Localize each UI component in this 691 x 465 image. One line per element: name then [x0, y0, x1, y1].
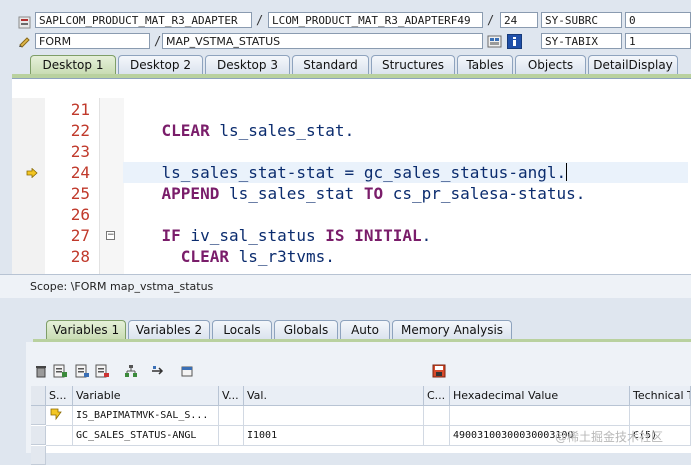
keyword-if: IF	[161, 226, 181, 245]
tab-standard[interactable]: Standard	[292, 55, 369, 74]
insert-row-icon[interactable]	[53, 364, 67, 378]
text-cursor	[566, 163, 568, 181]
program-icon	[18, 16, 31, 29]
tab-globals[interactable]: Globals	[274, 320, 338, 339]
tab-desktop-3[interactable]: Desktop 3	[205, 55, 290, 74]
separator: /	[487, 13, 495, 27]
tab-locals[interactable]: Locals	[212, 320, 272, 339]
watchpoint-icon[interactable]	[487, 34, 502, 49]
col-header-value[interactable]: Val.	[244, 386, 424, 406]
value-cell[interactable]	[244, 406, 424, 426]
sysvar1-value-field[interactable]: 0	[625, 12, 691, 28]
change-cell[interactable]	[424, 426, 450, 446]
code-line-27[interactable]: IF iv_sal_status IS INITIAL.	[123, 225, 688, 246]
line-number: 26	[70, 205, 90, 224]
value-cell[interactable]: I1001	[244, 426, 424, 446]
form-icon	[19, 37, 30, 48]
line-number: 22	[70, 121, 90, 140]
breakpoint-gutter[interactable]	[12, 98, 45, 274]
row-selector[interactable]	[31, 426, 46, 445]
sysvar2-name-field[interactable]: SY-TABIX	[541, 33, 622, 49]
import-icon[interactable]	[75, 364, 89, 378]
code-line-25[interactable]: APPEND ls_sales_stat TO cs_pr_salesa-sta…	[123, 183, 688, 204]
view-cell[interactable]	[219, 426, 244, 446]
changed-variable-icon	[50, 408, 62, 421]
view-cell[interactable]	[219, 406, 244, 426]
col-header-hex[interactable]: Hexadecimal Value	[450, 386, 630, 406]
hierarchy-icon[interactable]	[124, 364, 138, 378]
tab-variables-2[interactable]: Variables 2	[128, 320, 210, 339]
line-number: 27	[70, 226, 90, 245]
tab-auto[interactable]: Auto	[340, 320, 390, 339]
code-line-24-current[interactable]: ls_sales_stat-stat = gc_sales_status-ang…	[123, 162, 688, 183]
tab-structures[interactable]: Structures	[371, 55, 455, 74]
col-header-technical-type[interactable]: Technical T	[630, 386, 691, 406]
tab-detail-display[interactable]: DetailDisplay	[588, 55, 678, 74]
change-cell[interactable]	[424, 406, 450, 426]
save-icon[interactable]	[432, 364, 446, 378]
code-line-28[interactable]: CLEAR ls_r3tvms.	[123, 246, 688, 267]
current-line-arrow-icon	[26, 168, 38, 178]
tab-desktop-1[interactable]: Desktop 1	[30, 55, 116, 74]
fold-gutter	[99, 98, 124, 274]
tab-desktop-2[interactable]: Desktop 2	[118, 55, 203, 74]
code-line-23[interactable]	[123, 141, 688, 162]
row-status-cell	[46, 426, 73, 446]
event-type-field[interactable]: FORM	[35, 33, 150, 49]
line-field[interactable]: 24	[500, 12, 538, 28]
keyword-is: IS	[325, 226, 345, 245]
include-field[interactable]: LCOM_PRODUCT_MAT_R3_ADAPTERF49	[268, 12, 483, 28]
col-header-variable[interactable]: Variable	[73, 386, 219, 406]
hex-cell	[450, 406, 630, 426]
program-field[interactable]: SAPLCOM_PRODUCT_MAT_R3_ADAPTER	[35, 12, 252, 28]
desktop-tabbar: Desktop 1 Desktop 2 Desktop 3 Standard S…	[30, 55, 691, 75]
scope-text: Scope: \FORM map_vstma_status	[30, 280, 214, 293]
tab-memory-analysis[interactable]: Memory Analysis	[392, 320, 512, 339]
tech-type-cell	[630, 406, 691, 426]
export-icon[interactable]	[95, 364, 109, 378]
row-selector[interactable]	[31, 446, 46, 465]
tab-objects[interactable]: Objects	[515, 55, 586, 74]
delete-icon[interactable]	[34, 364, 48, 378]
code-line-26[interactable]	[123, 204, 688, 225]
line-number: 28	[70, 247, 90, 266]
line-number: 23	[70, 142, 90, 161]
separator: /	[256, 13, 264, 27]
col-header-c[interactable]: C...	[424, 386, 450, 406]
tab-tables[interactable]: Tables	[457, 55, 513, 74]
variable-cell[interactable]: GC_SALES_STATUS-ANGL	[73, 426, 219, 446]
fold-toggle-icon[interactable]: −	[106, 231, 115, 240]
keyword-to: TO	[363, 184, 384, 203]
col-header-v[interactable]: V...	[219, 386, 244, 406]
sysvar1-name-field[interactable]: SY-SUBRC	[541, 12, 622, 28]
keyword-append: APPEND	[161, 184, 220, 203]
row-selector[interactable]	[31, 406, 46, 425]
watermark: @稀土掘金技术社区	[555, 430, 664, 444]
scope-bar: Scope: \FORM map_vstma_status	[0, 274, 691, 298]
code-line-21[interactable]	[123, 99, 688, 120]
info-icon[interactable]	[507, 34, 522, 49]
line-number: 25	[70, 184, 90, 203]
line-number: 24	[70, 163, 90, 182]
grid-corner	[31, 386, 46, 406]
line-numbers: 21 22 23 24 25 26 27 28	[45, 98, 99, 274]
col-header-s[interactable]: S...	[46, 386, 73, 406]
event-name-field[interactable]: MAP_VSTMA_STATUS	[162, 33, 483, 49]
keyword-initial: INITIAL	[354, 226, 422, 245]
keyword-clear: CLEAR	[161, 121, 210, 140]
variable-cell[interactable]: IS_BAPIMATMVK-SAL_S...	[73, 406, 219, 426]
separator: /	[154, 34, 162, 48]
code-line-22[interactable]: CLEAR ls_sales_stat.	[123, 120, 688, 141]
line-number: 21	[70, 100, 90, 119]
navigate-icon[interactable]	[151, 364, 165, 378]
sysvar2-value-field[interactable]: 1	[625, 33, 691, 49]
keyword-clear: CLEAR	[180, 247, 229, 266]
row-status-cell	[46, 406, 73, 426]
details-icon[interactable]	[180, 364, 194, 378]
tab-variables-1[interactable]: Variables 1	[46, 320, 126, 339]
